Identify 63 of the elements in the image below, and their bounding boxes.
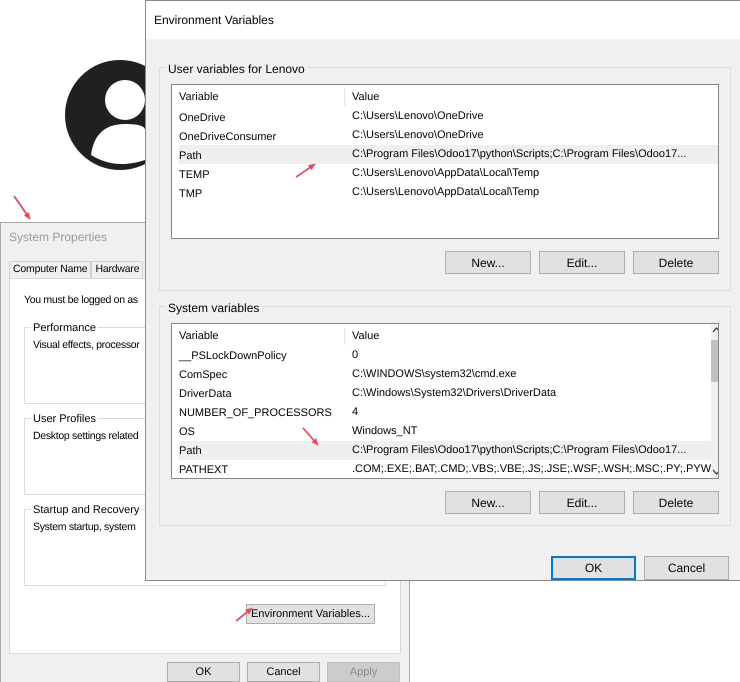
variable-value: .COM;.EXE;.BAT;.CMD;.VBS;.VBE;.JS;.JSE;.WSF;.WSH;.MSC;.PY;.PYW — [351, 462, 712, 477]
variable-name: Path — [179, 150, 202, 162]
variable-name: OneDrive — [179, 112, 226, 124]
variable-value: C:\WINDOWS\system32\cmd.exe — [351, 366, 516, 382]
group-description: System startup, system — [33, 520, 136, 535]
group-description: Visual effects, processor — [33, 338, 140, 353]
tab[interactable]: Hardware — [91, 261, 144, 278]
tab[interactable]: Computer Name — [9, 261, 92, 278]
arrow — [296, 163, 316, 178]
dialog-button[interactable]: Delete — [633, 251, 719, 274]
dialog-button[interactable]: Cancel — [247, 662, 320, 682]
variable-value: C:\Program Files\Odoo17\python\Scripts;C:\Program Files\Odoo17... — [351, 147, 686, 162]
list-row[interactable]: TEMP C:\Users\Lenovo\AppData\Local\Temp — [179, 164, 718, 183]
dialog-button[interactable]: OK — [551, 556, 636, 580]
list-row[interactable]: PATHEXT .COM;.EXE;.BAT;.CMD;.VBS;.VBE;.JS;.JSE;.WSF;.WSH;.MSC;.PY;.PYW — [179, 460, 712, 478]
variable-name: __PSLockDownPolicy — [179, 350, 287, 362]
variable-value: C:\Users\Lenovo\OneDrive — [351, 109, 484, 124]
variable-value: C:\Users\Lenovo\AppData\Local\Temp — [351, 185, 540, 200]
dialog-button[interactable]: OK — [167, 662, 240, 682]
variable-value: Windows_NT — [351, 424, 418, 439]
variable-name: ComSpec — [179, 369, 228, 381]
list-row[interactable]: OneDrive C:\Users\Lenovo\OneDrive — [179, 107, 718, 126]
variable-value: C:\Users\Lenovo\OneDrive — [351, 128, 484, 144]
variable-value: C:\Windows\System32\Drivers\DriverData — [351, 386, 556, 401]
list-row[interactable]: Path C:\Program Files\Odoo17\python\Scripts;C:\Program Files\Odoo17... — [179, 145, 718, 164]
list-row[interactable]: OneDriveConsumer C:\Users\Lenovo\OneDrive — [179, 126, 718, 145]
list-row[interactable]: OS Windows_NT — [179, 422, 712, 440]
arrow — [13, 196, 31, 220]
variable-name: OS — [179, 426, 195, 438]
list-row[interactable]: NUMBER_OF_PROCESSORS 4 — [179, 402, 712, 422]
dialog-button[interactable]: Edit... — [539, 251, 625, 274]
window-title: System Properties — [9, 229, 108, 246]
variable-value: C:\Program Files\Odoo17\python\Scripts;C:\Program Files\Odoo17... — [351, 442, 686, 458]
dialog-button[interactable]: Edit... — [539, 491, 625, 514]
arrow — [302, 427, 319, 446]
variable-name: TEMP — [179, 168, 210, 180]
list-row[interactable]: Path C:\Program Files\Odoo17\python\Scripts;C:\Program Files\Odoo17... — [179, 440, 712, 460]
variable-value: 4 — [351, 404, 358, 420]
variable-value: C:\Users\Lenovo\AppData\Local\Temp — [351, 166, 540, 182]
list-row[interactable]: ComSpec C:\WINDOWS\system32\cmd.exe — [179, 364, 712, 384]
list-row[interactable]: DriverData C:\Windows\System32\Drivers\DriverData — [179, 384, 712, 402]
variable-name: NUMBER_OF_PROCESSORS — [179, 407, 332, 419]
list-row[interactable]: TMP C:\Users\Lenovo\AppData\Local\Temp — [179, 183, 718, 202]
window-title: Environment Variables — [154, 12, 274, 29]
dialog-button[interactable]: Cancel — [644, 556, 729, 580]
group-description: Desktop settings related — [33, 428, 138, 444]
variable-name: Path — [179, 445, 202, 457]
intro-text: You must be logged on as — [24, 293, 138, 308]
dialog-button[interactable]: Delete — [633, 491, 719, 514]
variable-name: OneDriveConsumer — [179, 130, 276, 142]
variable-value: 0 — [351, 348, 358, 363]
column-header[interactable]: Value — [345, 328, 380, 344]
variable-name: PATHEXT — [179, 464, 228, 476]
list-row[interactable]: __PSLockDownPolicy 0 — [179, 346, 712, 364]
column-header[interactable]: Variable — [179, 89, 345, 106]
variable-name: DriverData — [179, 388, 232, 400]
dialog-button[interactable]: New... — [445, 491, 531, 514]
column-header[interactable]: Variable — [179, 328, 345, 344]
column-header[interactable]: Value — [345, 89, 380, 106]
variable-name: TMP — [179, 188, 202, 200]
arrow — [236, 607, 252, 622]
dialog-button[interactable]: New... — [445, 251, 531, 274]
environment-variables-button[interactable]: Environment Variables... — [246, 604, 375, 624]
